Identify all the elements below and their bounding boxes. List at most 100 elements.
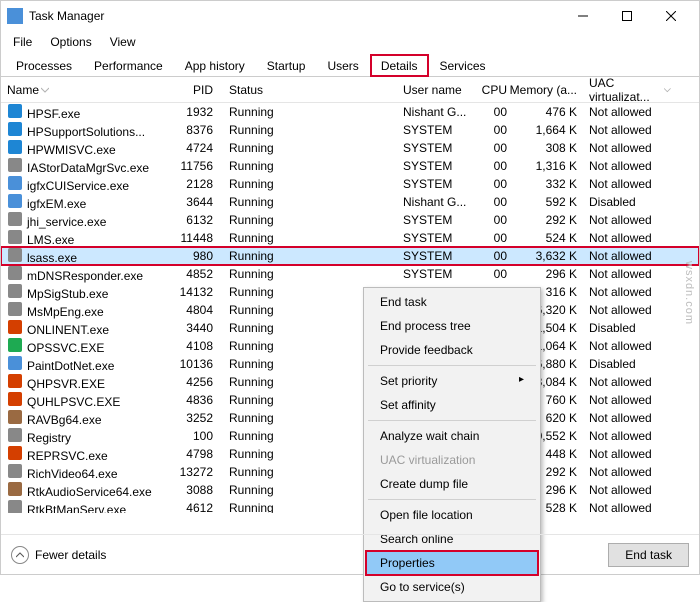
col-status[interactable]: Status <box>213 83 403 97</box>
cell-uac: Not allowed <box>577 177 671 191</box>
col-cpu[interactable]: CPU <box>475 83 507 97</box>
cell-status: Running <box>213 267 403 281</box>
cell-mem: 524 K <box>507 231 577 245</box>
app-icon <box>7 8 23 24</box>
menu-file[interactable]: File <box>5 33 40 51</box>
table-row[interactable]: RAVBg64.exe3252Running620 KNot allowed <box>1 409 699 427</box>
cell-user: SYSTEM <box>403 213 475 227</box>
ctx-dump[interactable]: Create dump file <box>366 472 538 496</box>
cell-mem: 332 K <box>507 177 577 191</box>
cell-name: Registry <box>27 431 71 445</box>
table-row[interactable]: igfxEM.exe3644RunningNishant G...00592 K… <box>1 193 699 211</box>
table-row[interactable]: LMS.exe11448RunningSYSTEM00524 KNot allo… <box>1 229 699 247</box>
cell-mem: 1,316 K <box>507 159 577 173</box>
ctx-set-priority[interactable]: Set priority <box>366 369 538 393</box>
dropdown-icon <box>41 86 49 94</box>
ctx-set-affinity[interactable]: Set affinity <box>366 393 538 417</box>
table-row[interactable]: QUHLPSVC.EXE4836Running760 KNot allowed <box>1 391 699 409</box>
col-pid[interactable]: PID <box>167 83 213 97</box>
col-name[interactable]: Name <box>7 83 167 97</box>
process-list[interactable]: HPSF.exe1932RunningNishant G...00476 KNo… <box>1 103 699 513</box>
cell-uac: Not allowed <box>577 249 671 263</box>
cell-mem: 308 K <box>507 141 577 155</box>
cell-user: SYSTEM <box>403 123 475 137</box>
menu-view[interactable]: View <box>102 33 144 51</box>
cell-uac: Not allowed <box>577 501 671 513</box>
table-row[interactable]: jhi_service.exe6132RunningSYSTEM00292 KN… <box>1 211 699 229</box>
ctx-go-service[interactable]: Go to service(s) <box>366 575 538 599</box>
table-row[interactable]: ONLINENT.exe3440Running1,504 KDisabled <box>1 319 699 337</box>
tab-services[interactable]: Services <box>429 54 497 77</box>
cell-name: ONLINENT.exe <box>27 323 109 337</box>
table-row[interactable]: RtkAudioService64.exe3088Running296 KNot… <box>1 481 699 499</box>
app-icon <box>7 266 23 280</box>
table-row[interactable]: HPSupportSolutions...8376RunningSYSTEM00… <box>1 121 699 139</box>
cell-mem: 3,632 K <box>507 249 577 263</box>
cell-pid: 3088 <box>167 483 213 497</box>
cell-name: HPSupportSolutions... <box>27 125 145 139</box>
app-icon <box>7 176 23 190</box>
table-row[interactable]: IAStorDataMgrSvc.exe11756RunningSYSTEM00… <box>1 157 699 175</box>
minimize-button[interactable] <box>561 2 605 30</box>
titlebar: Task Manager <box>1 1 699 31</box>
table-row[interactable]: RichVideo64.exe13272Running292 KNot allo… <box>1 463 699 481</box>
cell-user: Nishant G... <box>403 105 475 119</box>
table-row[interactable]: PaintDotNet.exe10136Running36,880 KDisab… <box>1 355 699 373</box>
fewer-details-button[interactable]: Fewer details <box>11 546 106 564</box>
tab-startup[interactable]: Startup <box>256 54 317 77</box>
table-row[interactable]: OPSSVC.EXE4108Running1,064 KNot allowed <box>1 337 699 355</box>
chevron-up-icon <box>11 546 29 564</box>
maximize-button[interactable] <box>605 2 649 30</box>
cell-cpu: 00 <box>475 123 507 137</box>
tab-processes[interactable]: Processes <box>5 54 83 77</box>
cell-name: mDNSResponder.exe <box>27 269 143 283</box>
col-user[interactable]: User name <box>403 83 475 97</box>
tab-apphistory[interactable]: App history <box>174 54 256 77</box>
table-row[interactable]: HPSF.exe1932RunningNishant G...00476 KNo… <box>1 103 699 121</box>
separator <box>368 499 536 500</box>
cell-name: MsMpEng.exe <box>27 305 104 319</box>
cell-uac: Not allowed <box>577 213 671 227</box>
col-mem[interactable]: Memory (a... <box>507 83 577 97</box>
table-row[interactable]: igfxCUIService.exe2128RunningSYSTEM00332… <box>1 175 699 193</box>
cell-uac: Not allowed <box>577 375 671 389</box>
ctx-analyze[interactable]: Analyze wait chain <box>366 424 538 448</box>
tab-performance[interactable]: Performance <box>83 54 174 77</box>
ctx-open-location[interactable]: Open file location <box>366 503 538 527</box>
cell-uac: Not allowed <box>577 123 671 137</box>
app-icon <box>7 212 23 226</box>
cell-uac: Not allowed <box>577 393 671 407</box>
col-uac[interactable]: UAC virtualizat... <box>577 76 671 104</box>
app-icon <box>7 446 23 460</box>
table-row[interactable]: MsMpEng.exe4804Running6,320 KNot allowed <box>1 301 699 319</box>
ctx-end-task[interactable]: End task <box>366 290 538 314</box>
close-button[interactable] <box>649 2 693 30</box>
ctx-end-tree[interactable]: End process tree <box>366 314 538 338</box>
table-row[interactable]: QHPSVR.EXE4256Running3,084 KNot allowed <box>1 373 699 391</box>
cell-mem: 296 K <box>507 267 577 281</box>
cell-status: Running <box>213 123 403 137</box>
table-row[interactable]: HPWMISVC.exe4724RunningSYSTEM00308 KNot … <box>1 139 699 157</box>
cell-pid: 4798 <box>167 447 213 461</box>
window-title: Task Manager <box>29 9 561 23</box>
table-row[interactable]: MpSigStub.exe14132Running316 KNot allowe… <box>1 283 699 301</box>
end-task-button[interactable]: End task <box>608 543 689 567</box>
menubar: File Options View <box>1 31 699 53</box>
cell-user: SYSTEM <box>403 231 475 245</box>
cell-status: Running <box>213 105 403 119</box>
menu-options[interactable]: Options <box>42 33 99 51</box>
table-row[interactable]: lsass.exe980RunningSYSTEM003,632 KNot al… <box>1 247 699 265</box>
cell-name: MpSigStub.exe <box>27 287 108 301</box>
table-row[interactable]: REPRSVC.exe4798Running448 KNot allowed <box>1 445 699 463</box>
ctx-feedback[interactable]: Provide feedback <box>366 338 538 362</box>
table-row[interactable]: Registry100Running10,552 KNot allowed <box>1 427 699 445</box>
cell-cpu: 00 <box>475 141 507 155</box>
tab-details[interactable]: Details <box>370 54 429 77</box>
table-row[interactable]: RtkBtManServ.exe4612Running528 KNot allo… <box>1 499 699 513</box>
tab-users[interactable]: Users <box>316 54 369 77</box>
cell-name: LMS.exe <box>27 233 74 247</box>
table-row[interactable]: mDNSResponder.exe4852RunningSYSTEM00296 … <box>1 265 699 283</box>
app-icon <box>7 194 23 208</box>
app-icon <box>7 140 23 154</box>
footer: Fewer details End task <box>1 534 699 574</box>
